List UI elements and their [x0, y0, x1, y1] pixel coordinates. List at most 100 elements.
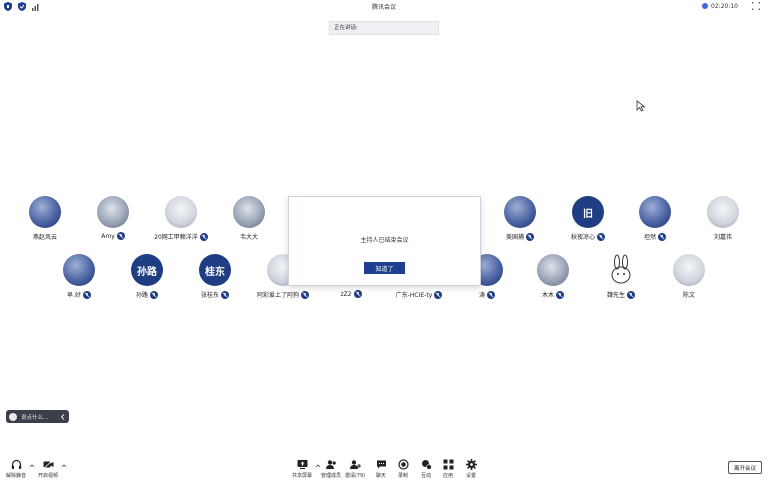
- participant-name: zZ2: [340, 290, 352, 298]
- participant-tile[interactable]: 木木: [518, 254, 588, 304]
- start-video-button[interactable]: 开启视频: [34, 459, 62, 480]
- participant-tile[interactable]: Amy: [78, 196, 148, 246]
- participant-name: 秋夜凉心: [570, 234, 595, 241]
- reactions-label: 互动: [420, 473, 431, 479]
- participant-tile[interactable]: 20网工甲赖洋洋: [146, 196, 216, 246]
- participant-name-row: 20网工甲赖洋洋: [146, 232, 216, 241]
- apps-label: 应用: [442, 473, 453, 479]
- participant-tile[interactable]: 刘嘉伟: [688, 196, 758, 246]
- mic-muted-icon: [150, 290, 158, 299]
- participant-avatar: [165, 196, 197, 228]
- participant-name: 魏先生: [606, 292, 625, 299]
- mic-muted-icon: [658, 232, 666, 241]
- leave-meeting-button[interactable]: 离开会议: [728, 461, 762, 474]
- participant-avatar: 旧: [572, 196, 604, 228]
- participant-tile[interactable]: 韦大大: [214, 196, 284, 246]
- mic-muted-icon: [116, 232, 125, 240]
- mic-muted-icon: [434, 290, 443, 299]
- record-icon: [397, 459, 409, 470]
- invite-label: 邀请(79): [344, 473, 366, 479]
- fullscreen-icon[interactable]: [752, 2, 760, 10]
- unmute-label: 解除静音: [5, 473, 26, 479]
- participant-avatar: [537, 254, 569, 286]
- ok-button[interactable]: 知道了: [364, 262, 405, 274]
- participant-avatar: [605, 254, 637, 286]
- unmute-button[interactable]: 解除静音: [2, 459, 30, 480]
- participant-name: 广东-HCIE-ty: [395, 292, 433, 299]
- window-title: 腾讯会议: [371, 4, 396, 11]
- mic-muted-icon: [221, 290, 229, 299]
- participant-avatar: [673, 254, 705, 286]
- participant-tile[interactable]: 燕赵风云: [10, 196, 80, 246]
- mouse-cursor-icon: [636, 100, 646, 112]
- participant-tile[interactable]: 魏先生: [586, 254, 656, 304]
- participant-name-row: 秋夜凉心: [553, 232, 623, 241]
- participant-tile[interactable]: 桂东 张桂东: [180, 254, 250, 304]
- mic-muted-icon: [301, 290, 309, 299]
- participant-name: 早.好: [67, 292, 81, 299]
- participant-name-row: 燕赵风云: [10, 232, 80, 241]
- mic-muted-icon: [556, 290, 564, 299]
- add-user-icon: [349, 460, 361, 469]
- video-options-chevron-icon[interactable]: [61, 463, 67, 469]
- manage-members-label: 管理成员: [320, 473, 341, 479]
- mic-muted-icon: [487, 290, 495, 299]
- invite-button[interactable]: 邀请(79): [341, 459, 369, 480]
- timer-value: 02:20:10: [711, 2, 738, 10]
- participant-name-row: 阿彩爱上了阿狗: [248, 290, 318, 299]
- mic-muted-icon: [526, 232, 534, 241]
- participant-name: 刘嘉伟: [713, 234, 732, 241]
- participant-name-row: 韦大大: [214, 232, 284, 241]
- collapse-chevron-icon[interactable]: [60, 413, 66, 420]
- chat-icon: [376, 460, 386, 469]
- participant-tile[interactable]: 早.好: [44, 254, 114, 304]
- members-icon: [325, 460, 336, 469]
- share-screen-button[interactable]: 共享屏幕: [288, 459, 316, 480]
- participant-name-row: 陈文: [654, 290, 724, 299]
- participant-tile[interactable]: 旧秋夜凉心: [553, 196, 623, 246]
- settings-button[interactable]: 设置: [457, 459, 485, 480]
- start-video-label: 开启视频: [37, 473, 58, 479]
- participant-tile[interactable]: 坦然: [620, 196, 690, 246]
- participant-name-row: 美国捕: [485, 232, 555, 241]
- participant-name-row: 坦然: [620, 232, 690, 241]
- chat-input-pill[interactable]: 说点什么...: [6, 410, 69, 423]
- mic-muted-icon: [353, 290, 362, 298]
- participant-name-row: zZ2: [316, 290, 386, 298]
- participant-avatar: [97, 196, 129, 228]
- participant-avatar: [29, 196, 61, 228]
- participant-name-row: 魏先生: [586, 290, 656, 299]
- participant-tile[interactable]: 陈文: [654, 254, 724, 304]
- participant-name: 燕赵风云: [32, 234, 57, 241]
- participant-name: 坦然: [643, 234, 656, 241]
- participant-name-row: 刘嘉伟: [688, 232, 758, 241]
- participant-name-row: 涛: [452, 290, 522, 299]
- participant-name: 张桂东: [200, 292, 219, 299]
- chat-avatar-icon: [9, 412, 17, 421]
- participant-avatar: [504, 196, 536, 228]
- participant-name-row: 广东-HCIE-ty: [384, 290, 454, 299]
- participant-tile[interactable]: 孙路 孙路: [112, 254, 182, 304]
- dialog-message: 主持人已结束会议: [360, 237, 409, 244]
- meeting-timer: 02:20:10: [702, 3, 738, 10]
- mic-muted-icon: [82, 290, 91, 299]
- clock-icon: [702, 3, 709, 9]
- mic-muted-icon: [597, 232, 605, 241]
- participant-avatar: 孙路: [131, 254, 163, 286]
- participant-name-row: 张桂东: [180, 290, 250, 299]
- participant-name: 阿彩爱上了阿狗: [256, 292, 299, 299]
- participant-avatar: 桂东: [199, 254, 231, 286]
- participant-tile[interactable]: 美国捕: [485, 196, 555, 246]
- gear-icon: [465, 459, 477, 470]
- share-screen-icon: [297, 460, 307, 469]
- participant-name: 木木: [541, 292, 554, 299]
- participant-name-row: 木木: [518, 290, 588, 299]
- reactions-icon: [421, 460, 432, 470]
- participant-avatar: [63, 254, 95, 286]
- apps-grid-icon: [443, 459, 453, 470]
- headphones-icon: [11, 459, 21, 469]
- chat-label: 聊天: [375, 473, 386, 479]
- participant-name: 韦大大: [239, 234, 258, 241]
- speaking-indicator: 正在讲话:: [329, 21, 439, 35]
- participant-name-row: Amy: [78, 232, 148, 240]
